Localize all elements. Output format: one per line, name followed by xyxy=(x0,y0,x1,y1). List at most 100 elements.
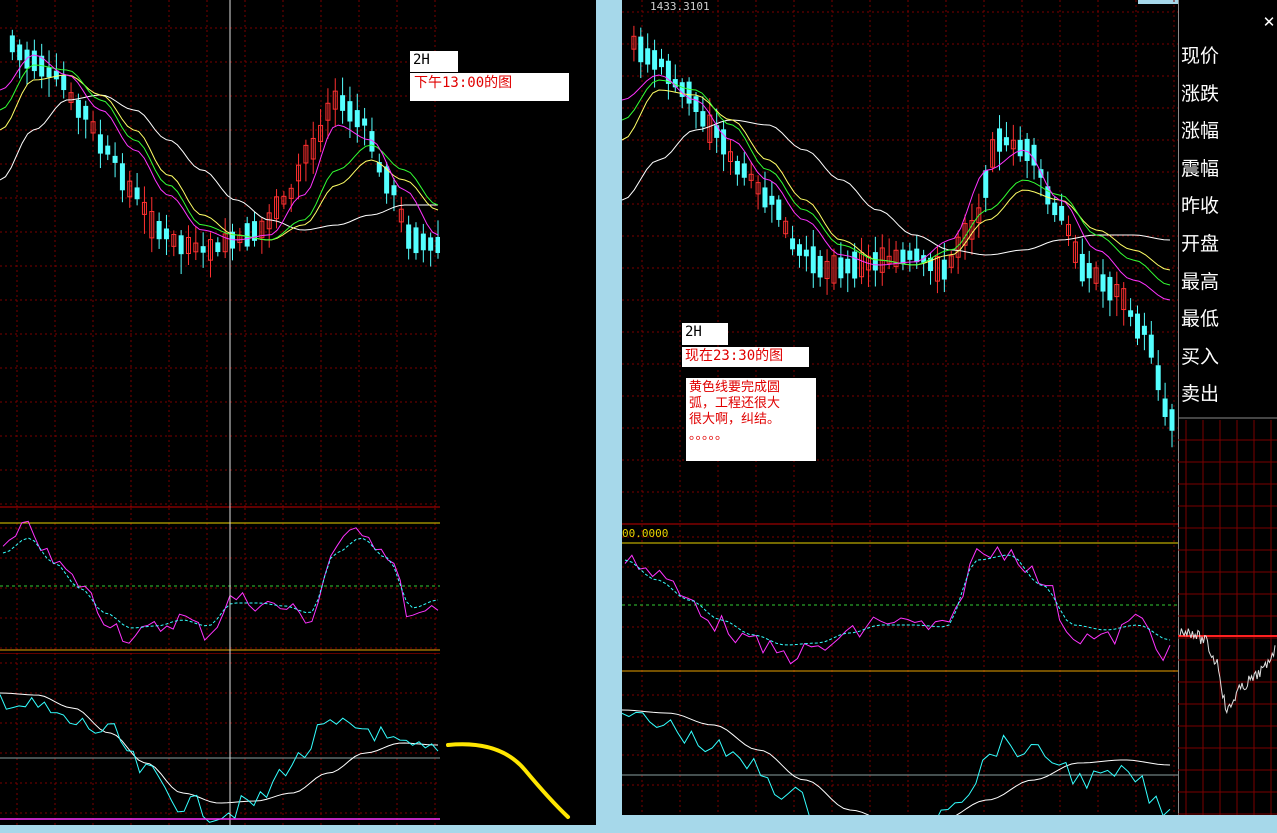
field-high: 最高 xyxy=(1181,270,1220,293)
candle-body xyxy=(776,199,782,220)
candle-body xyxy=(872,252,878,271)
close-icon[interactable]: ✕ xyxy=(1262,14,1276,30)
candle-body xyxy=(46,67,52,78)
right-timeframe-label: 2H xyxy=(682,323,728,345)
yellow-arc-stroke xyxy=(446,742,570,819)
comment-line-2: 弧，工程还很大 xyxy=(689,396,781,411)
candle-body xyxy=(362,118,368,126)
candle-body xyxy=(391,185,397,196)
candle-body xyxy=(1148,334,1154,358)
candle-body xyxy=(645,48,651,65)
candle-body xyxy=(700,111,706,127)
candle-body xyxy=(105,145,111,155)
candle-body xyxy=(1169,409,1175,431)
candle-body xyxy=(156,220,162,240)
candle-body xyxy=(244,223,250,247)
candle-body xyxy=(769,195,775,205)
candle-body xyxy=(134,187,140,200)
field-open: 开盘 xyxy=(1181,232,1220,255)
oscillator-fast-line xyxy=(2,520,439,644)
candle-body xyxy=(1003,137,1009,146)
field-current-price: 现价 xyxy=(1181,45,1220,67)
field-prev-close: 昨收 xyxy=(1181,195,1220,218)
indicator-line-cyan xyxy=(622,711,1171,815)
candle-body xyxy=(941,259,947,280)
candle-body xyxy=(1079,253,1085,282)
candle-body xyxy=(638,36,644,63)
candle-body xyxy=(693,96,699,112)
left-indicator-panel[interactable] xyxy=(0,653,440,825)
candle-body xyxy=(714,125,720,138)
signal-line-white xyxy=(622,709,1171,815)
field-amplitude: 震幅 xyxy=(1181,157,1220,180)
left-time-note: 下午13:00的图 xyxy=(410,73,569,101)
field-change-pct: 涨幅 xyxy=(1181,120,1220,143)
candle-body xyxy=(1017,139,1023,157)
candle-body xyxy=(420,233,426,251)
quote-field-list: 现价 涨跌 涨幅 震幅 昨收 开盘 最高 最低 买入 卖出 xyxy=(1178,38,1277,414)
field-bid: 买入 xyxy=(1181,345,1220,368)
candle-body xyxy=(340,95,346,111)
candle-body xyxy=(112,155,118,163)
candle-body xyxy=(75,99,81,118)
candle-body xyxy=(983,170,989,198)
candle-body xyxy=(215,242,221,253)
candle-body xyxy=(83,105,89,120)
candle-body xyxy=(810,246,816,274)
right-oscillator-panel[interactable] xyxy=(622,525,1178,685)
hand-drawn-yellow-arc xyxy=(446,742,570,819)
candle-body xyxy=(652,50,658,70)
candle-body xyxy=(53,70,59,80)
candle-body xyxy=(741,163,747,178)
candle-body xyxy=(997,128,1003,152)
candle-body xyxy=(17,44,23,61)
candle-body xyxy=(1052,202,1058,216)
candle-body xyxy=(790,238,796,250)
oscillator-slow-line xyxy=(2,537,439,629)
comment-line-1: 黄色线要完成圆 xyxy=(689,380,781,395)
right-indicator-panel[interactable] xyxy=(622,685,1178,815)
candle-body xyxy=(1100,274,1106,292)
bottom-border xyxy=(0,825,622,833)
candle-body xyxy=(31,50,37,72)
candle-body xyxy=(900,249,906,264)
screenshot-stage: 2H 下午13:00的图 1433.3101 00.0000 2H 现在23:3… xyxy=(0,0,1277,833)
candle-body xyxy=(163,228,169,240)
oscillator-slow-line xyxy=(624,554,1171,646)
window-divider xyxy=(596,0,622,833)
candle-body xyxy=(1141,325,1147,335)
candle-body xyxy=(762,187,768,208)
candle-body xyxy=(817,255,823,278)
left-oscillator-panel[interactable] xyxy=(0,508,440,653)
candle-body xyxy=(435,236,440,254)
candle-body xyxy=(347,101,353,122)
candle-body xyxy=(1128,310,1134,317)
candle-body xyxy=(796,244,802,256)
right-time-note: 现在23:30的图 xyxy=(682,347,809,367)
candle-body xyxy=(9,35,15,53)
bottom-border-right xyxy=(622,815,1277,833)
candle-body xyxy=(428,237,434,251)
field-change: 涨跌 xyxy=(1181,82,1220,105)
candle-body xyxy=(803,249,809,257)
candle-body xyxy=(119,163,125,191)
candle-body xyxy=(914,248,920,263)
candle-body xyxy=(1162,398,1168,417)
left-candlestick-panel[interactable] xyxy=(0,0,440,508)
candle-body xyxy=(852,251,858,279)
candle-body xyxy=(200,246,206,253)
right-comment-box: 黄色线要完成圆 弧，工程还很大 很大啊，纠结。 。。。。。 xyxy=(686,378,816,461)
candle-body xyxy=(1086,263,1092,279)
left-timeframe-label: 2H xyxy=(410,51,458,72)
ma-line-white xyxy=(0,94,438,231)
candle-body xyxy=(845,258,851,274)
comment-line-3: 很大啊，纠结。 xyxy=(689,412,781,427)
candle-body xyxy=(406,224,412,249)
candle-body xyxy=(61,74,67,91)
candle-body xyxy=(838,257,844,279)
candle-body xyxy=(413,227,419,254)
field-low: 最低 xyxy=(1181,308,1220,331)
candle-body xyxy=(907,250,913,260)
candle-body xyxy=(178,235,184,255)
candle-body xyxy=(1155,365,1161,391)
